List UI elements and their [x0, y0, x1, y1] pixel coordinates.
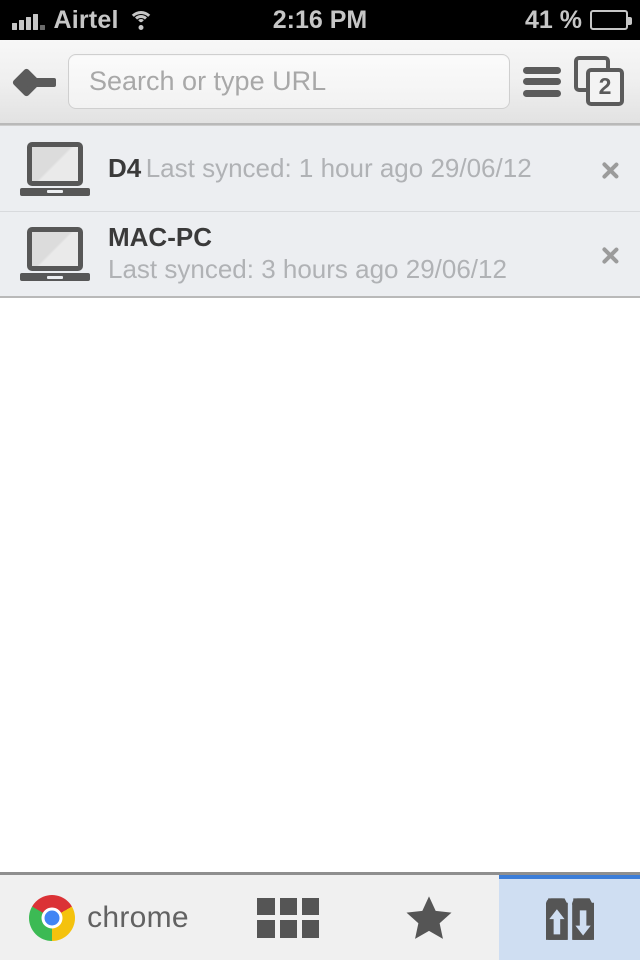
device-row[interactable]: D4 Last synced: 1 hour ago 29/06/12 [0, 126, 640, 212]
tab-switcher-icon: 2 [574, 55, 626, 108]
bookmarks-star-icon [406, 895, 452, 939]
search-input[interactable]: Search or type URL [68, 54, 510, 109]
status-bar-right: 41 % [525, 5, 632, 35]
battery-icon [590, 10, 632, 30]
device-name: D4 [108, 153, 142, 184]
status-bar-left: Airtel [12, 6, 154, 35]
device-last-synced: Last synced: 1 hour ago 29/06/12 [145, 153, 532, 184]
back-button[interactable] [11, 63, 58, 101]
other-devices-sync-icon [545, 897, 594, 940]
bottom-item-most-visited[interactable] [218, 875, 359, 960]
status-bar: Airtel 2:16 PM 41 % [0, 0, 640, 40]
laptop-icon [20, 227, 90, 281]
tab-count-badge: 2 [586, 67, 624, 106]
other-devices-page: D4 Last synced: 1 hour ago 29/06/12 MAC-… [0, 125, 640, 872]
signal-bars-icon [12, 11, 45, 30]
back-arrow-icon [11, 63, 58, 101]
device-info: MAC-PC Last synced: 3 hours ago 29/06/12 [108, 221, 592, 285]
wifi-icon [127, 10, 154, 30]
chrome-logo-icon [29, 894, 76, 941]
device-last-synced: Last synced: 3 hours ago 29/06/12 [108, 253, 507, 284]
chevron-right-icon[interactable] [600, 150, 622, 188]
carrier-label: Airtel [53, 5, 119, 34]
device-list: D4 Last synced: 1 hour ago 29/06/12 MAC-… [0, 125, 640, 298]
hamburger-menu-icon [520, 65, 564, 99]
battery-percent-label: 41 % [525, 5, 582, 34]
browser-toolbar: Search or type URL 2 [0, 40, 640, 125]
bottom-item-bookmarks[interactable] [359, 875, 500, 960]
device-row[interactable]: MAC-PC Last synced: 3 hours ago 29/06/12 [0, 212, 640, 298]
menu-button[interactable] [520, 65, 564, 99]
laptop-icon [20, 141, 90, 196]
chrome-mobile-app: Airtel 2:16 PM 41 % Search or type URL 2… [0, 0, 640, 960]
bottom-navigation-bar: chrome [0, 872, 640, 960]
most-visited-grid-icon [257, 897, 320, 938]
chrome-label: chrome [87, 900, 189, 934]
bottom-item-other-devices[interactable] [499, 875, 640, 960]
device-info: D4 Last synced: 1 hour ago 29/06/12 [108, 152, 592, 185]
device-name: MAC-PC [108, 221, 212, 252]
search-input-placeholder: Search or type URL [89, 66, 327, 96]
chevron-right-icon[interactable] [600, 235, 622, 273]
bottom-item-chrome[interactable]: chrome [0, 875, 218, 960]
tab-switcher-button[interactable]: 2 [574, 55, 626, 108]
